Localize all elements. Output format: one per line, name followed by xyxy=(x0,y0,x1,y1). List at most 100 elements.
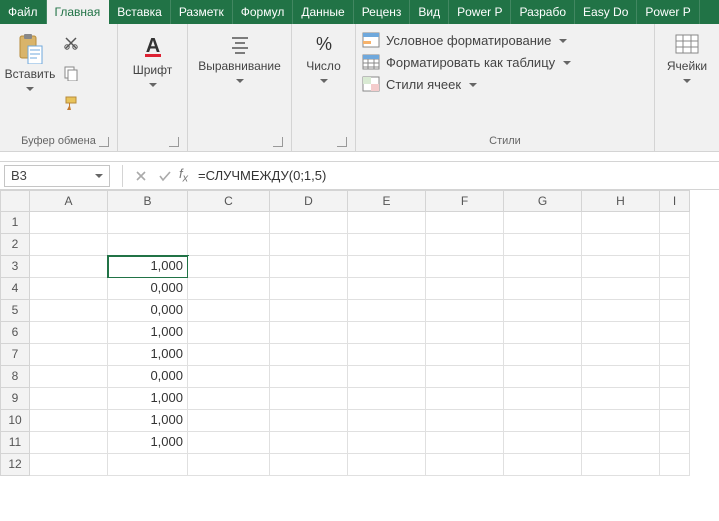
fx-icon[interactable]: fx xyxy=(179,166,188,185)
enter-formula-button[interactable] xyxy=(153,165,177,187)
cell-I10[interactable] xyxy=(660,410,690,432)
col-header-F[interactable]: F xyxy=(426,190,504,212)
cell-F9[interactable] xyxy=(426,388,504,410)
cell-F1[interactable] xyxy=(426,212,504,234)
cell-C4[interactable] xyxy=(188,278,270,300)
tab-файл[interactable]: Файл xyxy=(0,0,47,24)
cell-G4[interactable] xyxy=(504,278,582,300)
cell-F4[interactable] xyxy=(426,278,504,300)
cell-H3[interactable] xyxy=(582,256,660,278)
cell-G5[interactable] xyxy=(504,300,582,322)
tab-разметк[interactable]: Разметк xyxy=(171,0,233,24)
cell-H9[interactable] xyxy=(582,388,660,410)
cell-B1[interactable] xyxy=(108,212,188,234)
cell-G8[interactable] xyxy=(504,366,582,388)
cell-I1[interactable] xyxy=(660,212,690,234)
cell-F10[interactable] xyxy=(426,410,504,432)
cell-B10[interactable]: 1,000 xyxy=(108,410,188,432)
cell-F3[interactable] xyxy=(426,256,504,278)
cell-styles-button[interactable]: Стили ячеек xyxy=(362,76,582,92)
cell-G1[interactable] xyxy=(504,212,582,234)
cell-D2[interactable] xyxy=(270,234,348,256)
cell-A10[interactable] xyxy=(30,410,108,432)
row-header-3[interactable]: 3 xyxy=(0,256,30,278)
col-header-D[interactable]: D xyxy=(270,190,348,212)
cell-F12[interactable] xyxy=(426,454,504,476)
row-header-6[interactable]: 6 xyxy=(0,322,30,344)
copy-button[interactable] xyxy=(60,62,82,84)
cell-I6[interactable] xyxy=(660,322,690,344)
select-all-corner[interactable] xyxy=(0,190,30,212)
tab-главная[interactable]: Главная xyxy=(47,0,110,24)
cell-D4[interactable] xyxy=(270,278,348,300)
cell-B3[interactable]: 1,000 xyxy=(108,256,188,278)
cell-B9[interactable]: 1,000 xyxy=(108,388,188,410)
cell-F2[interactable] xyxy=(426,234,504,256)
cell-G10[interactable] xyxy=(504,410,582,432)
cell-D1[interactable] xyxy=(270,212,348,234)
col-header-E[interactable]: E xyxy=(348,190,426,212)
cell-G9[interactable] xyxy=(504,388,582,410)
cell-G6[interactable] xyxy=(504,322,582,344)
col-header-A[interactable]: A xyxy=(30,190,108,212)
cell-D9[interactable] xyxy=(270,388,348,410)
cell-I5[interactable] xyxy=(660,300,690,322)
col-header-G[interactable]: G xyxy=(504,190,582,212)
col-header-C[interactable]: C xyxy=(188,190,270,212)
cell-C7[interactable] xyxy=(188,344,270,366)
cell-E11[interactable] xyxy=(348,432,426,454)
cell-G3[interactable] xyxy=(504,256,582,278)
cell-I7[interactable] xyxy=(660,344,690,366)
cell-C6[interactable] xyxy=(188,322,270,344)
cell-F11[interactable] xyxy=(426,432,504,454)
name-box[interactable]: B3 xyxy=(4,165,110,187)
tab-power p[interactable]: Power P xyxy=(449,0,511,24)
cell-C9[interactable] xyxy=(188,388,270,410)
cell-C11[interactable] xyxy=(188,432,270,454)
cell-F5[interactable] xyxy=(426,300,504,322)
number-button[interactable]: % Число xyxy=(300,28,348,83)
col-header-H[interactable]: H xyxy=(582,190,660,212)
cell-B8[interactable]: 0,000 xyxy=(108,366,188,388)
cell-C2[interactable] xyxy=(188,234,270,256)
cell-F8[interactable] xyxy=(426,366,504,388)
cell-I8[interactable] xyxy=(660,366,690,388)
format-as-table-button[interactable]: Форматировать как таблицу xyxy=(362,54,582,70)
cancel-formula-button[interactable] xyxy=(129,165,153,187)
cell-H5[interactable] xyxy=(582,300,660,322)
col-header-I[interactable]: I xyxy=(660,190,690,212)
cell-I11[interactable] xyxy=(660,432,690,454)
cell-H7[interactable] xyxy=(582,344,660,366)
cell-F6[interactable] xyxy=(426,322,504,344)
dialog-launcher-icon[interactable] xyxy=(337,137,347,147)
cell-H2[interactable] xyxy=(582,234,660,256)
cell-A5[interactable] xyxy=(30,300,108,322)
cell-H4[interactable] xyxy=(582,278,660,300)
tab-вставка[interactable]: Вставка xyxy=(109,0,171,24)
cell-C12[interactable] xyxy=(188,454,270,476)
row-header-4[interactable]: 4 xyxy=(0,278,30,300)
cell-D12[interactable] xyxy=(270,454,348,476)
cell-A9[interactable] xyxy=(30,388,108,410)
cell-C1[interactable] xyxy=(188,212,270,234)
alignment-button[interactable]: Выравнивание xyxy=(200,28,280,83)
cell-C3[interactable] xyxy=(188,256,270,278)
tab-формул[interactable]: Формул xyxy=(233,0,294,24)
cell-E2[interactable] xyxy=(348,234,426,256)
cell-A1[interactable] xyxy=(30,212,108,234)
cell-E3[interactable] xyxy=(348,256,426,278)
cell-E10[interactable] xyxy=(348,410,426,432)
cell-H8[interactable] xyxy=(582,366,660,388)
cell-G7[interactable] xyxy=(504,344,582,366)
col-header-B[interactable]: B xyxy=(108,190,188,212)
dialog-launcher-icon[interactable] xyxy=(273,137,283,147)
cell-D6[interactable] xyxy=(270,322,348,344)
row-header-7[interactable]: 7 xyxy=(0,344,30,366)
dialog-launcher-icon[interactable] xyxy=(169,137,179,147)
tab-power p[interactable]: Power P xyxy=(637,0,699,24)
cell-D10[interactable] xyxy=(270,410,348,432)
cell-H11[interactable] xyxy=(582,432,660,454)
tab-вид[interactable]: Вид xyxy=(410,0,449,24)
cell-E9[interactable] xyxy=(348,388,426,410)
cell-D11[interactable] xyxy=(270,432,348,454)
